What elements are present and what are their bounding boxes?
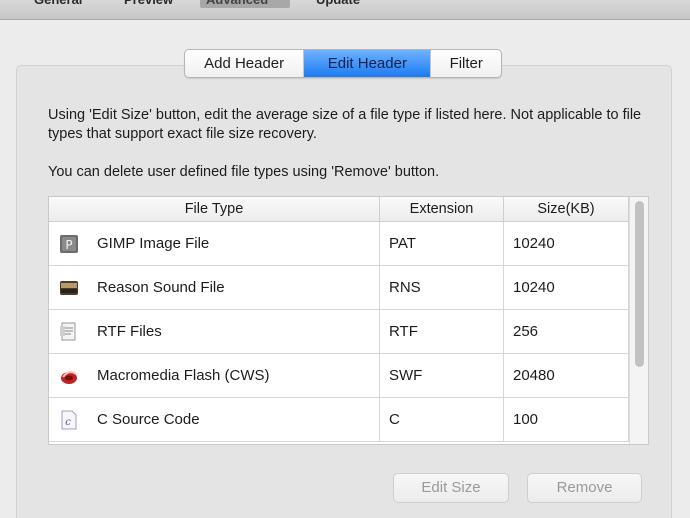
flash-file-icon: [61, 371, 77, 384]
edit-size-button[interactable]: Edit Size: [393, 473, 509, 503]
size-cell: 100: [504, 398, 629, 442]
reason-sound-icon: [60, 281, 78, 295]
table-scrollbar[interactable]: [629, 197, 648, 444]
extension-cell: C: [380, 398, 504, 442]
extension-cell: RTF: [380, 310, 504, 354]
extension-cell: SWF: [380, 354, 504, 398]
toolbar-item-update[interactable]: Update: [310, 0, 366, 8]
preferences-toolbar: General Preview Advanced Update: [0, 0, 690, 20]
toolbar-item-advanced[interactable]: Advanced: [200, 0, 290, 8]
tab-filter[interactable]: Filter: [431, 50, 501, 77]
edit-size-description: Using 'Edit Size' button, edit the avera…: [48, 107, 642, 142]
toolbar-item-preview[interactable]: Preview: [118, 0, 179, 8]
file-type-table: File Type Extension Size(KB) P GIMP Imag…: [48, 196, 649, 445]
file-type-name: GIMP Image File: [97, 235, 210, 252]
size-cell: 20480: [504, 354, 629, 398]
svg-text:c: c: [65, 417, 71, 428]
remove-button[interactable]: Remove: [527, 473, 642, 503]
column-header-extension[interactable]: Extension: [380, 197, 504, 222]
table-header: File Type Extension Size(KB): [49, 197, 629, 222]
table-row[interactable]: RTF Files RTF 256: [49, 310, 629, 354]
svg-text:P: P: [65, 238, 72, 252]
column-header-size[interactable]: Size(KB): [504, 197, 629, 222]
file-type-name: Reason Sound File: [97, 279, 225, 296]
gimp-file-icon: P: [60, 235, 78, 253]
header-tabs: Add Header Edit Header Filter: [184, 49, 502, 78]
c-source-icon: c: [61, 410, 77, 430]
table-row[interactable]: c C Source Code C 100: [49, 398, 629, 442]
size-cell: 10240: [504, 222, 629, 266]
tab-edit-header[interactable]: Edit Header: [304, 50, 432, 77]
scrollbar-thumb[interactable]: [635, 201, 644, 367]
size-cell: 256: [504, 310, 629, 354]
extension-cell: RNS: [380, 266, 504, 310]
size-cell: 10240: [504, 266, 629, 310]
table-row[interactable]: Macromedia Flash (CWS) SWF 20480: [49, 354, 629, 398]
tab-add-header[interactable]: Add Header: [185, 50, 305, 77]
remove-description: You can delete user defined file types u…: [48, 164, 440, 180]
file-type-name: RTF Files: [97, 323, 162, 340]
extension-cell: PAT: [380, 222, 504, 266]
toolbar-item-general[interactable]: General: [28, 0, 88, 8]
table-row[interactable]: P GIMP Image File PAT 10240: [49, 222, 629, 266]
column-header-file-type[interactable]: File Type: [49, 197, 380, 222]
rtf-file-icon: [60, 322, 76, 341]
table-row[interactable]: Reason Sound File RNS 10240: [49, 266, 629, 310]
file-type-name: C Source Code: [97, 411, 200, 428]
file-type-name: Macromedia Flash (CWS): [97, 367, 270, 384]
